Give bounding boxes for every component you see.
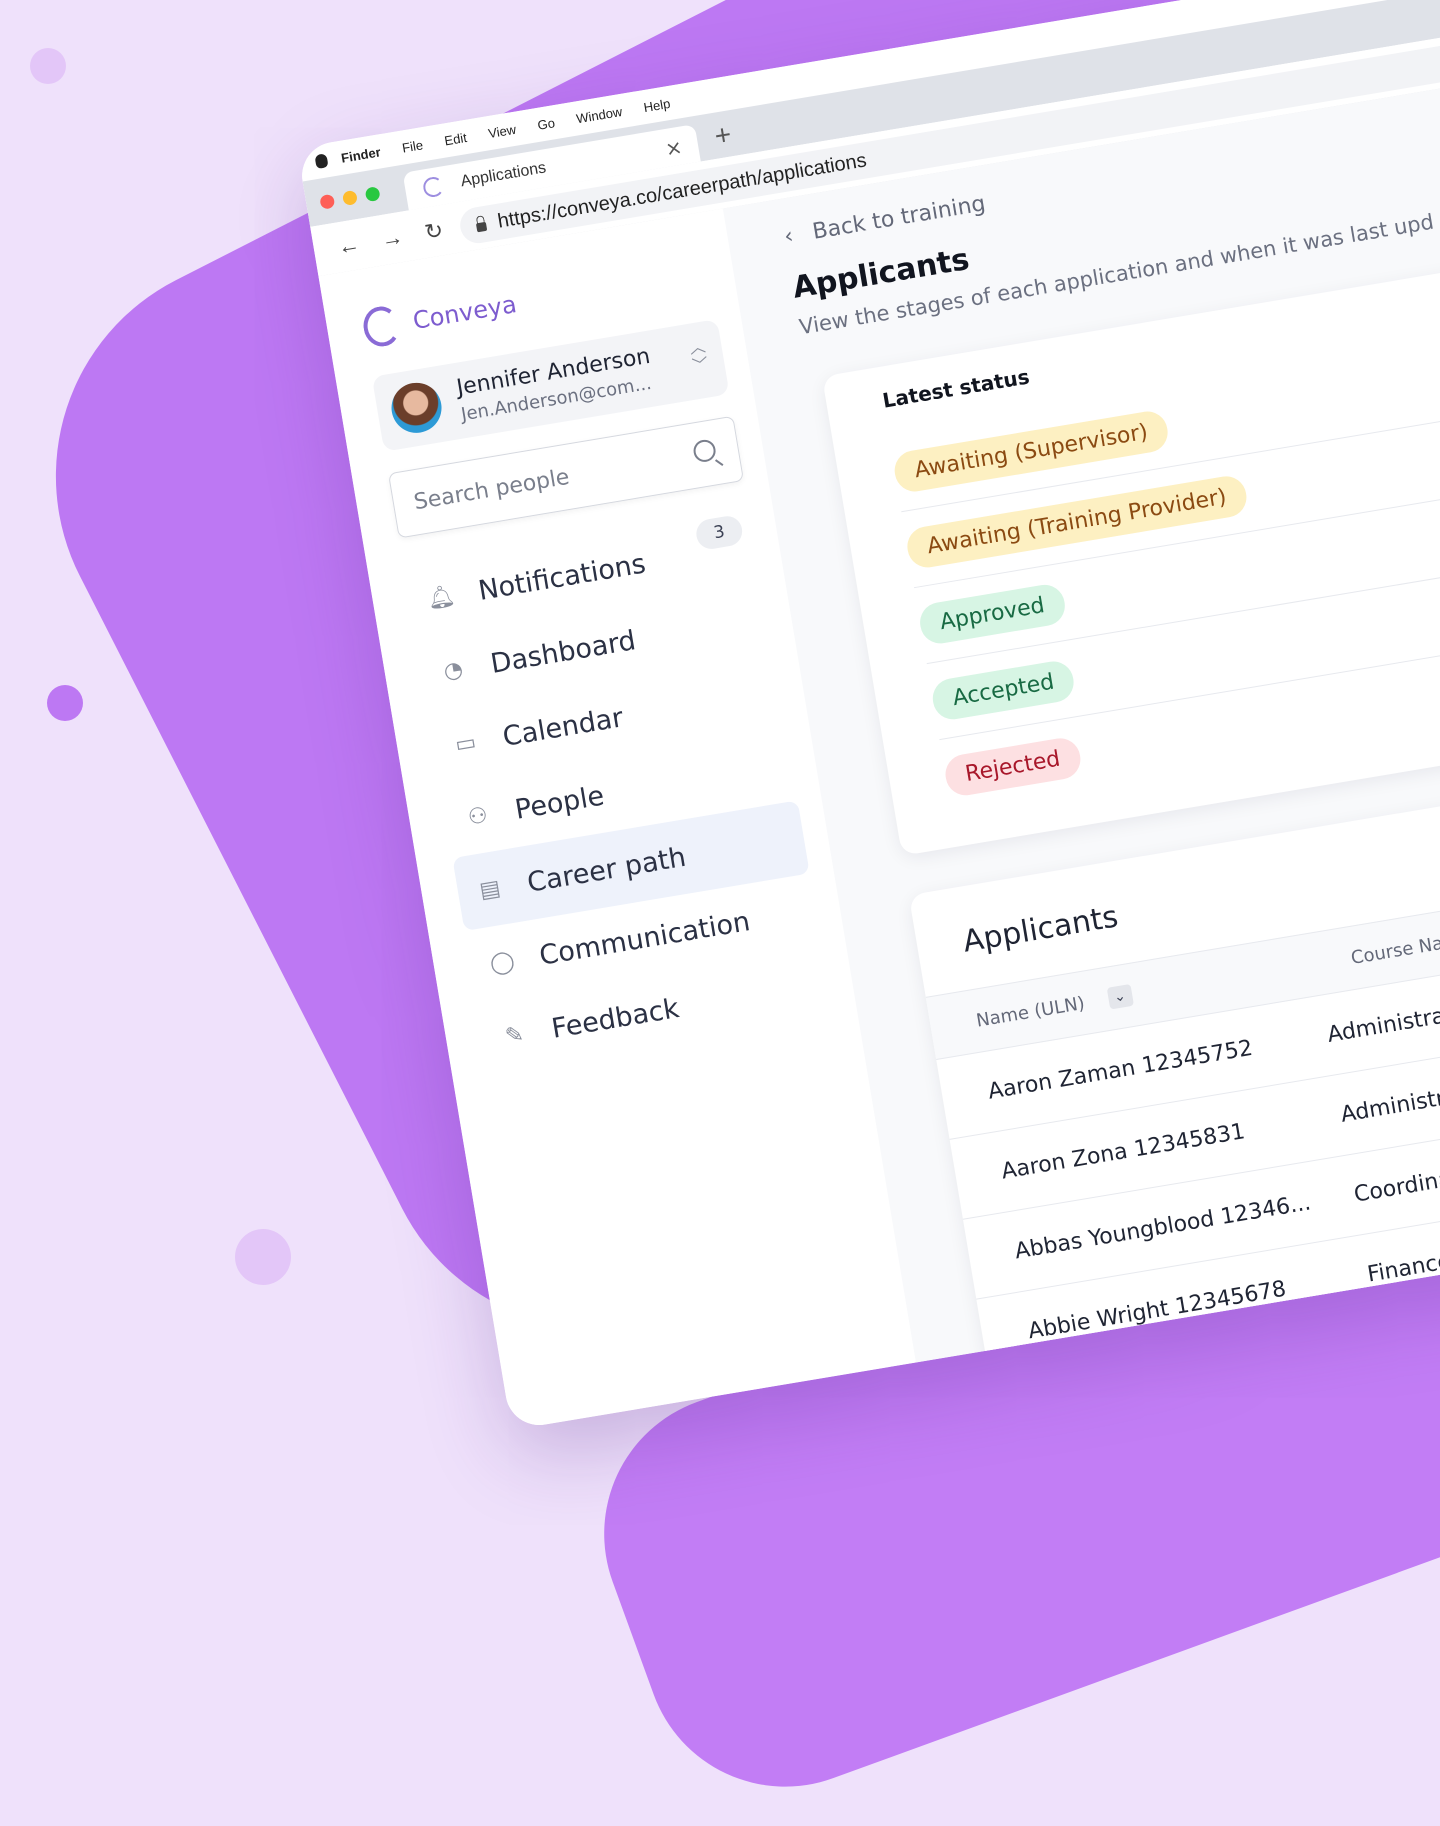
close-window-button[interactable] [319,193,336,210]
course-name: Administra [1338,1083,1440,1128]
latest-status-card: Latest status Awaiting (Supervisor) Awai… [821,227,1440,856]
app: Conveya Jennifer Anderson Jen.Anderson@c… [318,48,1440,1431]
conveya-logo-icon [360,303,403,350]
menu-window[interactable]: Window [575,103,623,125]
sidebar-item-label: Career path [524,841,689,899]
menu-finder[interactable]: Finder [340,144,382,165]
sidebar-item-label: Notifications [476,547,648,607]
status-badge[interactable]: Approved [917,581,1068,646]
search-icon [691,438,718,464]
chat-bubble-icon: ◯ [488,947,517,977]
column-header-course[interactable]: Course Name [1349,928,1440,969]
menu-file[interactable]: File [401,137,424,155]
bell-icon: 🔔︎ [425,582,457,613]
pie-chart-icon: ◔ [441,656,465,685]
reload-icon[interactable]: ↻ [423,217,445,246]
feedback-icon: ✎ [503,1021,526,1050]
briefcase-icon: ▤ [477,875,503,904]
decorative-dot [47,685,83,721]
course-name: Coordinat [1352,1164,1440,1208]
menu-help[interactable]: Help [642,95,671,114]
sidebar-item-label: Calendar [500,701,626,753]
new-tab-button[interactable]: + [712,118,733,152]
decorative-dot [30,48,66,84]
minimize-window-button[interactable] [341,189,359,207]
people-icon: ⚇ [465,802,490,831]
apple-icon[interactable] [314,153,329,170]
sidebar-item-label: People [512,779,607,826]
conveya-favicon-icon [421,175,445,199]
avatar [387,379,446,437]
status-badge[interactable]: Accepted [929,657,1078,722]
sidebar-item-label: Feedback [549,992,682,1045]
column-header-name-label: Name (ULN) [974,992,1087,1032]
menu-edit[interactable]: Edit [443,129,468,147]
forward-arrow-icon[interactable]: → [379,224,405,253]
decorative-dot [235,1229,291,1285]
close-tab-icon[interactable]: × [664,135,684,161]
back-label: Back to training [810,191,988,245]
window-controls [319,186,381,210]
menu-view[interactable]: View [487,121,517,140]
back-arrow-icon[interactable]: ← [336,231,362,260]
zoom-window-button[interactable] [364,186,381,203]
chevron-up-down-icon: ︿ ﹀ [687,336,710,376]
sidebar-item-label: Communication [537,905,753,972]
brand-name: Conveya [410,290,519,336]
tab-title: Applications [459,159,548,191]
calendar-icon: ▭ [453,729,478,758]
chevron-down-icon[interactable]: ⌄ [1106,983,1134,1010]
chevron-left-icon: ‹ [782,223,796,250]
lock-icon [475,221,488,232]
status-badge[interactable]: Rejected [942,734,1084,798]
course-name: Administrati [1325,1000,1440,1048]
search-placeholder: Search people [412,464,572,515]
notifications-count-badge: 3 [694,513,745,552]
menu-go[interactable]: Go [536,115,556,133]
sidebar-item-label: Dashboard [488,624,638,680]
